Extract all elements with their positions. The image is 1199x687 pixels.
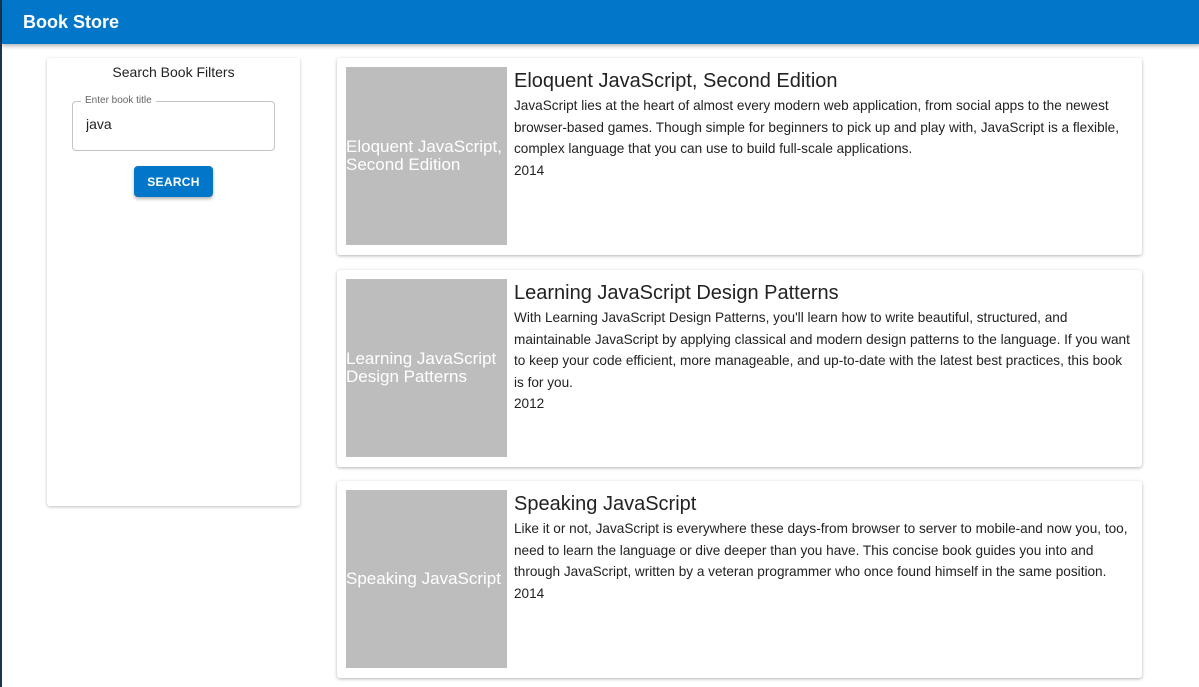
book-cover-placeholder: Learning JavaScript Design Patterns (346, 279, 507, 457)
book-year: 2012 (514, 396, 545, 412)
book-cover-placeholder: Speaking JavaScript (346, 490, 507, 668)
book-cover-placeholder: Eloquent JavaScript, Second Edition (346, 67, 507, 245)
book-card[interactable]: Eloquent JavaScript, Second Edition Eloq… (337, 58, 1142, 255)
filters-heading: Search Book Filters (112, 64, 235, 80)
book-title: Speaking JavaScript (514, 493, 697, 515)
app-bar: Book Store (2, 0, 1199, 44)
book-description: With Learning JavaScript Design Patterns… (514, 310, 1130, 390)
book-description: Like it or not, JavaScript is everywhere… (514, 521, 1128, 580)
book-title-input[interactable] (84, 115, 268, 133)
book-title-label: Enter book title (81, 95, 156, 107)
book-title: Eloquent JavaScript, Second Edition (514, 70, 838, 92)
book-year: 2014 (514, 162, 545, 178)
book-description: JavaScript lies at the heart of almost e… (514, 98, 1119, 157)
app-title: Book Store (23, 11, 120, 32)
book-card[interactable]: Speaking JavaScript Speaking JavaScript … (337, 481, 1142, 678)
book-title-field[interactable]: Enter book title (72, 95, 275, 151)
search-button[interactable]: SEARCH (134, 166, 213, 197)
book-title: Learning JavaScript Design Patterns (514, 282, 839, 304)
search-filters-panel: Search Book Filters Enter book title SEA… (47, 58, 300, 506)
book-year: 2014 (514, 585, 545, 601)
book-card[interactable]: Learning JavaScript Design Patterns Lear… (337, 270, 1142, 467)
